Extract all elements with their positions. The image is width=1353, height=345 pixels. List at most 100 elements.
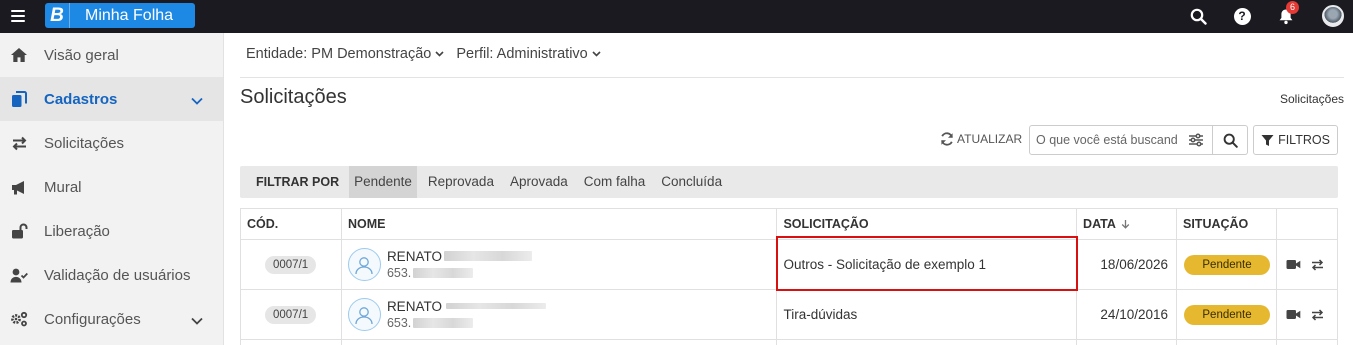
name-cell: RENATO 653. (340, 289, 778, 340)
code-badge: 0007/1 (265, 255, 317, 274)
brand-name: Minha Folha (85, 6, 174, 24)
arrow-down-icon (1121, 220, 1130, 229)
user-avatar-icon (347, 248, 381, 281)
sidebar-item-visao-geral[interactable]: Visão geral (0, 33, 223, 77)
column-header-date-label: DATA (1083, 217, 1116, 231)
chevron-down-icon (435, 51, 444, 57)
code-cell: 0007/1 (240, 289, 342, 340)
sidebar-item-label: Cadastros (44, 90, 118, 108)
redacted-document (413, 318, 474, 328)
column-header-status[interactable]: SITUAÇÃO (1176, 208, 1277, 240)
refresh-button[interactable]: ATUALIZAR (940, 132, 1022, 146)
column-header-name[interactable]: NOME (340, 208, 778, 240)
brand-logo[interactable]: B Minha Folha (45, 3, 195, 28)
user-avatar[interactable] (1322, 5, 1344, 27)
help-glyph: ? (1233, 7, 1251, 25)
filter-tab-aprovada[interactable]: Aprovada (505, 166, 573, 198)
code-cell: 0007/1 (240, 239, 342, 290)
sidebar: Visão geral Cadastros Solicitações Mural… (0, 33, 224, 345)
refresh-icon (941, 132, 953, 146)
redacted-name (443, 251, 532, 261)
menu-icon[interactable] (11, 10, 25, 22)
sidebar-item-configuracoes[interactable]: Configurações (0, 297, 223, 341)
person-name: RENATO (386, 248, 442, 264)
profile-selector[interactable]: Perfil: Administrativo (456, 46, 601, 62)
search-icon[interactable] (1187, 5, 1209, 27)
status-cell: Pendente (1176, 289, 1277, 340)
exchange-icon (10, 134, 28, 152)
redacted-name (445, 303, 546, 309)
status-badge: Pendente (1184, 254, 1270, 275)
entity-label: Entidade: PM Demonstração (246, 46, 432, 62)
user-avatar-icon (347, 298, 381, 331)
actions-cell (1275, 239, 1339, 290)
filter-tab-com-falha[interactable]: Com falha (579, 166, 651, 198)
person-document: 653. (386, 315, 412, 330)
filter-tab-reprovada[interactable]: Reprovada (423, 166, 499, 198)
status-cell: Pendente (1176, 239, 1277, 290)
sidebar-item-liberacao[interactable]: Liberação (0, 209, 223, 253)
column-header-request[interactable]: SOLICITAÇÃO (776, 208, 1078, 240)
video-icon[interactable] (1286, 309, 1301, 320)
notification-badge: 6 (1286, 1, 1299, 14)
request-cell: Outros - Solicitação de exemplo 1 (776, 239, 1078, 290)
divider (240, 77, 1344, 78)
search-icon (1223, 133, 1238, 148)
column-header-code[interactable]: CÓD. (240, 208, 342, 240)
breadcrumb[interactable]: Solicitações (1280, 92, 1344, 106)
column-header-actions (1275, 208, 1339, 240)
search-field (1029, 125, 1213, 155)
brand-logo-mark: B (45, 3, 70, 28)
redacted-document (413, 268, 474, 278)
column-header-date[interactable]: DATA (1076, 208, 1177, 240)
date-cell: 24/10/2016 (1076, 289, 1177, 340)
chevron-down-icon (592, 51, 601, 57)
sidebar-item-solicitacoes[interactable]: Solicitações (0, 121, 223, 165)
bell-icon[interactable]: 6 (1275, 1, 1299, 27)
actions-cell (1275, 289, 1339, 340)
exchange-icon[interactable] (1311, 308, 1324, 321)
name-cell: RENATO 653. (340, 239, 778, 290)
person-name: RENATO (386, 298, 442, 314)
status-filter-bar: FILTRAR POR Pendente Reprovada Aprovada … (240, 166, 1338, 198)
filter-by-label: FILTRAR POR (256, 175, 340, 189)
copy-icon (10, 90, 28, 108)
video-icon[interactable] (1286, 259, 1301, 270)
table-row[interactable]: 0007/1 RENATO 653. Tira-dúvidas 24/10/20… (240, 289, 1339, 340)
funnel-icon (1261, 134, 1274, 146)
code-badge: 0007/1 (265, 305, 317, 324)
top-bar: B Minha Folha ? 6 (0, 0, 1353, 33)
filter-tab-pendente[interactable]: Pendente (349, 166, 417, 198)
sidebar-item-label: Validação de usuários (44, 266, 191, 284)
sidebar-item-mural[interactable]: Mural (0, 165, 223, 209)
context-bar: Entidade: PM Demonstração Perfil: Admini… (246, 46, 601, 62)
sidebar-item-label: Mural (44, 178, 82, 196)
date-cell: 18/06/2026 (1076, 239, 1177, 290)
avatar (1322, 5, 1344, 27)
table-row[interactable]: 0007/1 RENATO 653. Outros - Solicitação … (240, 239, 1339, 290)
sidebar-item-cadastros[interactable]: Cadastros (0, 77, 223, 121)
search-input[interactable] (1030, 126, 1180, 154)
chevron-down-icon (191, 92, 203, 110)
table-row (240, 339, 1339, 345)
unlock-icon (10, 222, 28, 240)
filters-label: FILTROS (1278, 133, 1330, 147)
page-title: Solicitações (240, 86, 347, 108)
megaphone-icon (10, 178, 28, 196)
filters-button[interactable]: FILTROS (1253, 125, 1338, 155)
profile-label: Perfil: Administrativo (456, 46, 588, 62)
filter-tab-concluida[interactable]: Concluída (656, 166, 727, 198)
entity-selector[interactable]: Entidade: PM Demonstração (246, 46, 444, 62)
search-button[interactable] (1213, 125, 1248, 155)
sliders-icon[interactable] (1188, 133, 1204, 152)
person-document: 653. (386, 265, 412, 280)
sidebar-item-label: Liberação (44, 222, 110, 240)
sidebar-item-validacao-usuarios[interactable]: Validação de usuários (0, 253, 223, 297)
exchange-icon[interactable] (1311, 258, 1324, 271)
cogs-icon (10, 310, 28, 328)
chevron-down-icon (191, 312, 203, 330)
request-cell: Tira-dúvidas (776, 289, 1078, 340)
user-check-icon (10, 266, 28, 284)
home-icon (10, 46, 28, 64)
help-icon[interactable]: ? (1231, 5, 1253, 27)
